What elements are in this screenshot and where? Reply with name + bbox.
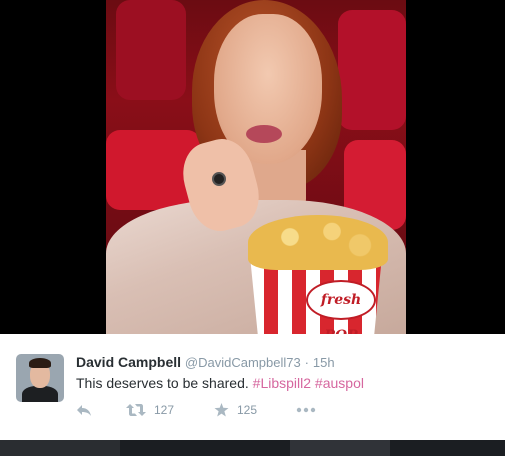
avatar-body [22,386,58,402]
popcorn [248,215,388,270]
more-icon [296,407,316,413]
strip-block [290,440,390,456]
mouth [246,125,282,143]
bucket-logo: fresh POP [306,280,376,334]
avatar-hair [29,358,51,368]
avatar[interactable] [16,354,64,402]
cinema-seat [116,0,186,100]
hashtag-link[interactable]: #auspol [315,375,364,391]
tweet-actions: 127 125 [76,400,376,420]
media-area: fresh POP [0,0,505,334]
author-handle[interactable]: @DavidCampbell73 [185,355,301,370]
ring [212,172,226,186]
more-button[interactable] [296,400,316,420]
tweet-photo[interactable]: fresh POP [106,0,406,334]
retweet-icon [126,403,146,417]
reply-icon [76,403,92,417]
tweet-text: This deserves to be shared. #Libspill2 #… [76,375,364,391]
tweet-card: David Campbell @DavidCampbell73 · 15h Th… [0,334,505,440]
strip-block [0,440,120,456]
next-content-strip [0,440,505,456]
favorite-button[interactable]: 125 [214,400,257,420]
favorite-count: 125 [237,403,258,417]
tweet-header: David Campbell @DavidCampbell73 · 15h [76,354,335,370]
retweet-button[interactable]: 127 [126,400,174,420]
separator-dot: · [304,355,309,370]
retweet-count: 127 [154,403,175,417]
hashtag-link[interactable]: #Libspill2 [253,375,311,391]
reply-button[interactable] [76,400,92,420]
author-name[interactable]: David Campbell [76,354,181,370]
star-icon [214,403,229,417]
tweet-text-plain: This deserves to be shared. [76,375,249,391]
tweet-timestamp[interactable]: 15h [313,355,335,370]
cinema-seat [338,10,406,130]
